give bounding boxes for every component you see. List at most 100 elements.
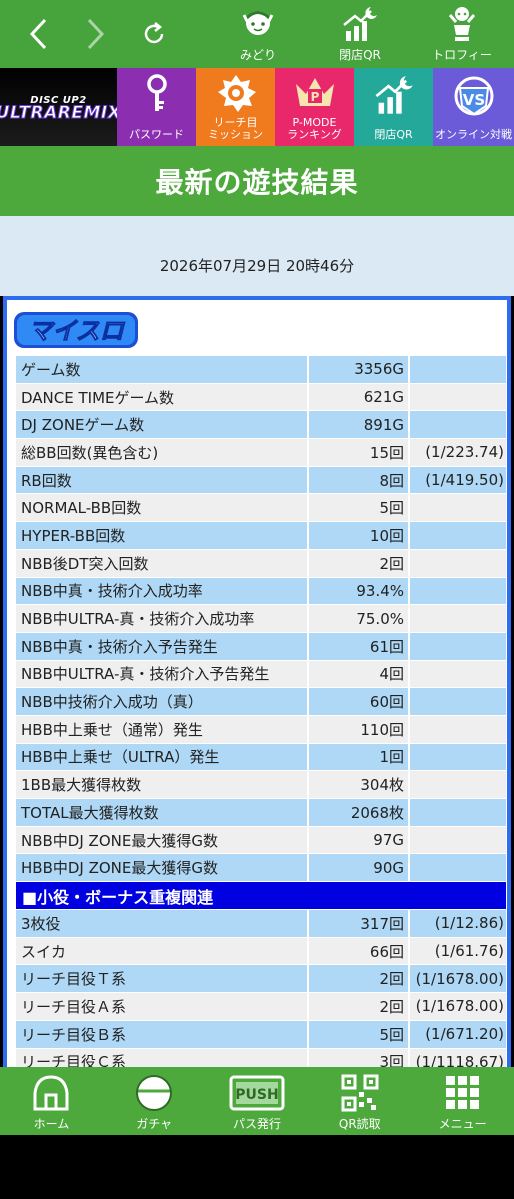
result-row: 総BB回数(異色含む) 15回 (1/223.74): [16, 439, 506, 467]
grid-menu-icon: [444, 1073, 482, 1113]
result-row: リーチ目役Ａ系 2回 (1/1678.00): [16, 993, 506, 1021]
result-rate: [410, 356, 506, 383]
result-row: 3枚役 317回 (1/12.86): [16, 910, 506, 938]
result-label: HBB中DJ ZONE最大獲得G数: [16, 854, 307, 882]
game-menu-banner: DISC UP2 ULTRAREMIX パスワード リーチ目 ミッション P P…: [0, 68, 514, 146]
result-value: 1回: [309, 743, 408, 771]
result-value: 317回: [309, 910, 408, 937]
result-value: 304枚: [309, 771, 408, 798]
password-menu-item[interactable]: パスワード: [117, 68, 196, 146]
reload-icon: [144, 22, 164, 44]
result-rate: (1/419.50): [410, 466, 506, 494]
result-row: リーチ目役Ｔ系 2回 (1/1678.00): [16, 965, 506, 994]
game-logo-title: ULTRAREMIX: [0, 103, 122, 123]
myslo-logo-text: マイスロ: [28, 317, 125, 345]
online-battle-menu-item[interactable]: VS オンライン対戦: [433, 68, 514, 146]
result-row: HYPER-BB回数 10回: [16, 522, 506, 550]
character-icon: [238, 4, 278, 44]
result-value: 2回: [309, 549, 408, 577]
trophy-button[interactable]: トロフィー: [422, 4, 502, 66]
result-rate: [410, 411, 506, 439]
pass-issue-nav-item[interactable]: PUSH パス発行: [206, 1067, 309, 1135]
page-title: 最新の遊技結果: [155, 166, 359, 199]
result-row: DJ ZONEゲーム数 891G: [16, 411, 506, 440]
qr-read-nav-item[interactable]: QR読取: [308, 1067, 411, 1135]
result-value: 2回: [309, 993, 408, 1020]
result-value: 5回: [309, 1020, 408, 1048]
chevron-right-icon: [87, 18, 105, 50]
result-value: 2068枚: [309, 799, 408, 826]
result-rate: [410, 743, 506, 771]
result-value: 15回: [309, 439, 408, 466]
system-bar: [0, 1135, 514, 1199]
result-label: リーチ目役Ｂ系: [16, 1020, 307, 1048]
result-label: スイカ: [16, 937, 307, 965]
result-label: TOTAL最大獲得枚数: [16, 799, 307, 826]
closing-qr-top-button[interactable]: 閉店QR: [320, 4, 400, 66]
result-value: 61回: [309, 632, 408, 660]
result-label: RB回数: [16, 466, 307, 494]
gacha-icon: [133, 1073, 175, 1113]
qr-icon: [341, 1073, 379, 1113]
result-row: NBB中ULTRA-真・技術介入成功率 75.0%: [16, 605, 506, 633]
home-nav-item[interactable]: ホーム: [0, 1067, 103, 1135]
result-label: HBB中上乗せ（ULTRA）発生: [16, 743, 307, 771]
push-icon: PUSH: [229, 1073, 285, 1113]
back-button[interactable]: [18, 0, 58, 68]
trophy-figure-icon: [442, 4, 482, 44]
result-row: NBB中技術介入成功（真） 60回: [16, 688, 506, 716]
vs-shield-icon: VS: [448, 74, 500, 123]
result-rate: (1/223.74): [410, 439, 506, 466]
badge-icon: [212, 74, 260, 117]
reach-mission-menu-item[interactable]: リーチ目 ミッション: [196, 68, 275, 146]
reload-button[interactable]: [134, 0, 174, 68]
online-battle-label: オンライン対戦: [435, 128, 512, 141]
result-label: HBB中上乗せ（通常）発生: [16, 715, 307, 743]
trophy-label: トロフィー: [432, 48, 492, 62]
result-row: NBB中DJ ZONE最大獲得G数 97G: [16, 826, 506, 855]
menu-nav-item[interactable]: メニュー: [411, 1067, 514, 1135]
result-value: 10回: [309, 522, 408, 549]
result-value: 93.4%: [309, 577, 408, 605]
result-row: HBB中上乗せ（ULTRA）発生 1回: [16, 743, 506, 772]
result-rate: (1/1678.00): [410, 993, 506, 1020]
result-datetime: 2026年07月29日 20時46分: [159, 257, 355, 275]
home-label: ホーム: [33, 1117, 70, 1131]
result-row: TOTAL最大獲得枚数 2068枚: [16, 799, 506, 827]
svg-text:P: P: [310, 90, 319, 104]
results-table: ゲーム数 3356G DANCE TIMEゲーム数 621G DJ ZONEゲーム数 89…: [16, 356, 506, 1076]
game-logo[interactable]: DISC UP2 ULTRAREMIX: [0, 68, 121, 146]
result-row: 1BB最大獲得枚数 304枚: [16, 771, 506, 799]
result-value: 5回: [309, 494, 408, 522]
chevron-left-icon: [29, 18, 47, 50]
result-value: 75.0%: [309, 605, 408, 632]
gacha-label: ガチャ: [136, 1117, 173, 1131]
bottom-navigation-bar: ホーム ガチャ PUSH パス発行 QR読取 メニュー: [0, 1067, 514, 1135]
qr-read-label: QR読取: [338, 1117, 381, 1131]
midori-button[interactable]: みどり: [218, 4, 298, 66]
key-icon: [144, 74, 170, 117]
gacha-nav-item[interactable]: ガチャ: [103, 1067, 206, 1135]
result-rate: [410, 688, 506, 715]
home-icon: [31, 1073, 71, 1113]
result-label: ゲーム数: [16, 356, 307, 383]
pmode-ranking-menu-item[interactable]: P P-MODE ランキング: [275, 68, 354, 146]
result-value: 110回: [309, 715, 408, 743]
result-rate: [410, 549, 506, 577]
result-rate: (1/671.20): [410, 1020, 506, 1048]
result-value: 891G: [309, 411, 408, 439]
result-label: DJ ZONEゲーム数: [16, 411, 307, 439]
result-row: NORMAL-BB回数 5回: [16, 494, 506, 523]
result-rate: [410, 577, 506, 605]
result-label: NBB後DT突入回数: [16, 549, 307, 577]
result-label: 3枚役: [16, 910, 307, 937]
result-rate: [410, 632, 506, 660]
result-label: NBB中真・技術介入予告発生: [16, 632, 307, 660]
closing-qr-menu-item[interactable]: 閉店QR: [354, 68, 433, 146]
result-rate: [410, 660, 506, 688]
result-row: NBB後DT突入回数 2回: [16, 549, 506, 578]
result-label: NBB中真・技術介入成功率: [16, 577, 307, 605]
svg-text:PUSH: PUSH: [235, 1087, 278, 1103]
svg-text:VS: VS: [462, 91, 484, 109]
forward-button[interactable]: [76, 0, 116, 68]
